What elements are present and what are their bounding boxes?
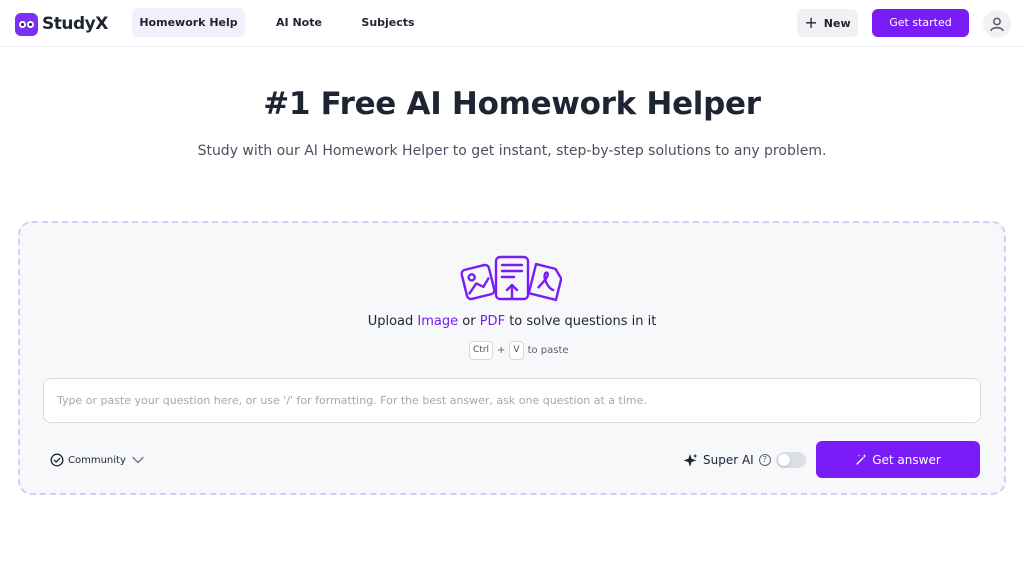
page-title: #1 Free AI Homework Helper bbox=[263, 86, 761, 122]
get-answer-button[interactable]: Get answer bbox=[816, 441, 980, 478]
community-dropdown[interactable]: Community bbox=[50, 451, 144, 469]
brand-name: StudyX bbox=[42, 14, 108, 34]
page-subtitle: Study with our AI Homework Helper to get… bbox=[197, 143, 827, 159]
owl-logo-icon bbox=[15, 12, 38, 36]
key-plus: + bbox=[497, 344, 506, 356]
v-key: V bbox=[509, 340, 524, 360]
paste-shortcut-hint: Ctrl + V to paste bbox=[469, 340, 573, 360]
upload-or: or bbox=[462, 314, 476, 329]
check-circle-icon bbox=[50, 453, 64, 467]
community-label: Community bbox=[68, 454, 126, 466]
get-answer-label: Get answer bbox=[872, 452, 941, 467]
upload-pdf-link[interactable]: PDF bbox=[480, 314, 505, 329]
super-ai-control: Super AI ? bbox=[683, 450, 806, 470]
tab-ai-note[interactable]: AI Note bbox=[265, 8, 333, 37]
question-input[interactable] bbox=[43, 378, 981, 423]
chevron-down-icon bbox=[132, 456, 144, 464]
upload-prefix: Upload bbox=[367, 314, 414, 329]
tab-homework-help[interactable]: Homework Help bbox=[132, 8, 245, 37]
upload-instructions: Upload Image or PDF to solve questions i… bbox=[0, 314, 1024, 329]
question-circle-icon[interactable]: ? bbox=[758, 454, 771, 466]
upload-image-link[interactable]: Image bbox=[417, 314, 458, 329]
new-button[interactable]: + New bbox=[797, 9, 858, 37]
paste-text: to paste bbox=[527, 344, 569, 356]
magic-wand-icon bbox=[856, 454, 867, 465]
super-ai-label: Super AI bbox=[703, 453, 754, 467]
user-icon bbox=[990, 17, 1004, 32]
super-ai-toggle[interactable] bbox=[775, 452, 806, 468]
plus-icon: + bbox=[804, 12, 818, 32]
get-started-button[interactable]: Get started bbox=[872, 9, 969, 37]
user-avatar-button[interactable] bbox=[983, 10, 1011, 38]
tab-subjects[interactable]: Subjects bbox=[352, 8, 424, 37]
studyx-logo[interactable]: StudyX bbox=[15, 12, 108, 36]
upload-documents-icon[interactable] bbox=[460, 255, 562, 303]
top-navbar: StudyX Homework Help AI Note Subjects + … bbox=[0, 0, 1024, 47]
upload-suffix: to solve questions in it bbox=[509, 314, 657, 329]
sparkle-icon bbox=[683, 453, 698, 467]
new-button-label: New bbox=[823, 16, 851, 30]
ctrl-key: Ctrl bbox=[469, 340, 494, 360]
